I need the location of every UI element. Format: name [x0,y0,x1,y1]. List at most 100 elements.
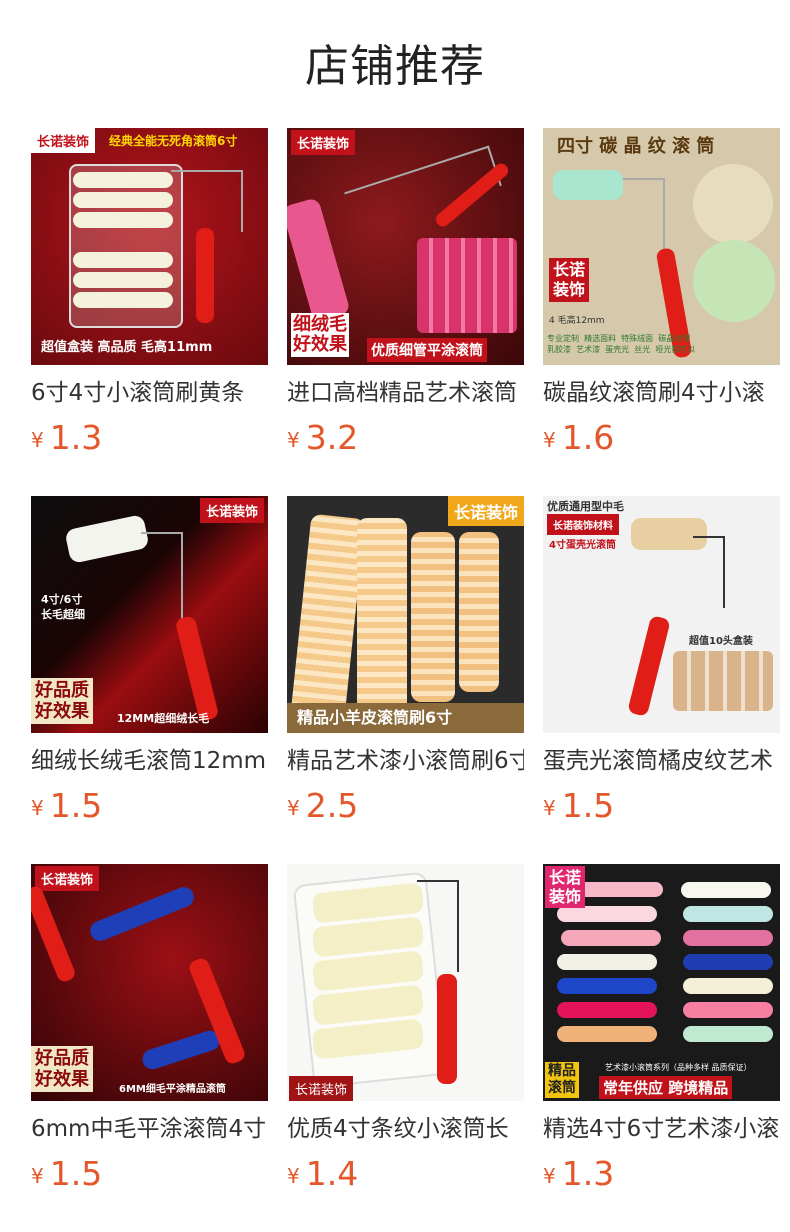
product-image[interactable]: 长诺装饰 精品小羊皮滚筒刷6寸 [287,496,524,733]
product-name[interactable]: 6寸4寸小滚筒刷黄条 [31,375,268,411]
roller-frame [171,170,243,232]
price-value: 1.5 [561,786,615,825]
product-price: ¥1.3 [31,417,102,459]
image-tag: 长诺 装饰 [545,866,586,908]
product-name[interactable]: 6mm中毛平涂滚筒4寸 [31,1111,268,1147]
roller-sleeve [683,1026,773,1042]
product-card[interactable]: 优质通用型中毛 长诺装饰材料 4寸蛋壳光滚筒 超值10头盒装 蛋壳光滚筒橘皮纹艺… [543,496,780,851]
image-bottom-text: 6MM细毛平涂精品滚筒 [119,1084,226,1095]
roller-sleeve [411,532,455,702]
product-image[interactable]: 长诺 装饰 艺术漆小滚筒系列（品种多样 品质保证） 精品 滚筒 常年供应 跨境精… [543,864,780,1101]
price-value: 1.3 [49,418,103,457]
image-box-text: 超值10头盒装 [689,636,753,647]
roller-sleeve [73,252,173,268]
roller-sleeve [557,978,657,994]
brand-tag: 长诺装饰 [199,498,264,523]
product-price: ¥1.6 [543,417,614,459]
product-image[interactable]: 长诺装饰 好品质 好效果 6MM细毛平涂精品滚筒 [31,864,268,1101]
roller-sleeve [64,514,150,564]
product-image[interactable]: 长诺装饰 4寸/6寸 长毛超细 好品质 好效果 12MM超细绒长毛 [31,496,268,733]
product-card[interactable]: 长诺装饰 精品小羊皮滚筒刷6寸 精品艺术漆小滚筒刷6寸 ¥2.5 [287,496,524,851]
image-top-text: 经典全能无死角滚筒6寸 [109,134,238,148]
roller-sleeve [683,906,773,922]
currency-symbol: ¥ [31,428,44,452]
product-name[interactable]: 进口高档精品艺术滚筒 [287,375,524,411]
product-card[interactable]: 四寸 碳 晶 纹 滚 筒 长诺 装饰 4 毛高12mm 专业定制 精选面料 特殊… [543,128,780,483]
roller-sleeve [681,882,771,898]
roller-sleeve [290,513,366,719]
product-card[interactable]: 长诺装饰 细绒毛 好效果 优质细管平涂滚筒 进口高档精品艺术滚筒 ¥3.2 [287,128,524,483]
roller-sleeve [73,212,173,228]
roller-sleeve [557,906,657,922]
roller-sleeve [139,1028,223,1072]
product-image[interactable]: 长诺装饰 [287,864,524,1101]
roller-handle [437,974,457,1084]
image-bottom-text: 常年供应 跨境精品 [599,1076,733,1099]
image-series-text: 艺术漆小滚筒系列（品种多样 品质保证） [605,1063,752,1072]
image-side-text: 4寸/6寸 长毛超细 [41,593,85,621]
brand-tag: 长诺装饰 [31,128,96,153]
currency-symbol: ¥ [543,796,556,820]
product-image[interactable]: 长诺装饰 细绒毛 好效果 优质细管平涂滚筒 [287,128,524,365]
roller-pack [417,238,517,333]
roller-sleeve [73,292,173,308]
roller-sleeve [683,978,773,994]
roller-sleeve [459,532,499,692]
roller-sleeve [87,884,197,944]
product-name[interactable]: 细绒长绒毛滚筒12mm [31,743,268,779]
currency-symbol: ¥ [31,796,44,820]
brand-tag: 长诺装饰材料 [547,514,619,535]
product-image[interactable]: 长诺装饰 经典全能无死角滚筒6寸 超值盒装 高品质 毛高11mm [31,128,268,365]
price-value: 3.2 [305,418,359,457]
price-value: 1.5 [49,786,103,825]
product-card[interactable]: 长诺装饰 优质4寸条纹小滚筒长 ¥1.4 [287,864,524,1219]
image-bottom-banner: 精品小羊皮滚筒刷6寸 [287,703,524,733]
roller-sleeve [73,272,173,288]
brand-tag: 长诺装饰 [289,1076,354,1101]
product-name[interactable]: 精选4寸6寸艺术漆小滚 [543,1111,780,1147]
image-top-text: 四寸 碳 晶 纹 滚 筒 [557,136,715,157]
image-badge-text: 好品质 好效果 [31,1046,93,1092]
roller-handle [196,228,214,323]
product-name[interactable]: 优质4寸条纹小滚筒长 [287,1111,524,1147]
roller-sleeve [553,170,623,200]
product-name[interactable]: 精品艺术漆小滚筒刷6寸 [287,743,524,779]
roller-sleeve [561,930,661,946]
product-name[interactable]: 碳晶纹滚筒刷4寸小滚 [543,375,780,411]
page-title: 店铺推荐 [305,41,485,92]
product-card[interactable]: 长诺 装饰 艺术漆小滚筒系列（品种多样 品质保证） 精品 滚筒 常年供应 跨境精… [543,864,780,1219]
price-value: 1.4 [305,1154,359,1193]
currency-symbol: ¥ [543,1164,556,1188]
image-side-text: 细绒毛 好效果 [291,313,349,357]
brand-tag: 长诺装饰 [447,496,524,526]
image-size-text: 4 毛高12mm [549,316,605,326]
currency-symbol: ¥ [287,796,300,820]
product-price: ¥1.3 [543,1153,614,1195]
roller-frame [417,880,459,972]
price-value: 1.6 [561,418,615,457]
product-image[interactable]: 优质通用型中毛 长诺装饰材料 4寸蛋壳光滚筒 超值10头盒装 [543,496,780,733]
roller-sleeve [683,954,773,970]
roller-frame [141,532,183,624]
texture-sample [693,164,773,244]
product-card[interactable]: 长诺装饰 经典全能无死角滚筒6寸 超值盒装 高品质 毛高11mm 6寸4寸小滚筒… [31,128,268,483]
product-image[interactable]: 四寸 碳 晶 纹 滚 筒 长诺 装饰 4 毛高12mm 专业定制 精选面料 特殊… [543,128,780,365]
image-sub-text: 4寸蛋壳光滚筒 [549,540,616,551]
image-badge-text: 好品质 好效果 [31,678,93,724]
product-price: ¥2.5 [287,785,358,827]
product-card[interactable]: 长诺装饰 4寸/6寸 长毛超细 好品质 好效果 12MM超细绒长毛 细绒长绒毛滚… [31,496,268,851]
product-name[interactable]: 蛋壳光滚筒橘皮纹艺术 [543,743,780,779]
image-bottom-text: 12MM超细绒长毛 [117,712,210,725]
product-price: ¥1.5 [31,1153,102,1195]
roller-sleeve [287,197,351,323]
image-tag: 长诺 装饰 [549,258,590,302]
roller-handle [31,884,78,984]
product-card[interactable]: 长诺装饰 好品质 好效果 6MM细毛平涂精品滚筒 6mm中毛平涂滚筒4寸 ¥1.… [31,864,268,1219]
roller-sleeve [557,1002,657,1018]
currency-symbol: ¥ [287,1164,300,1188]
roller-sleeve [683,930,773,946]
image-bottom-text: 专业定制 精选面料 特殊绒面 碳晶纹理 乳胶漆 艺术漆 蛋壳光 丝光 哑光都可以 [547,334,696,354]
texture-sample [693,240,775,322]
price-value: 2.5 [305,786,359,825]
image-bottom-text: 超值盒装 高品质 毛高11mm [41,340,213,355]
